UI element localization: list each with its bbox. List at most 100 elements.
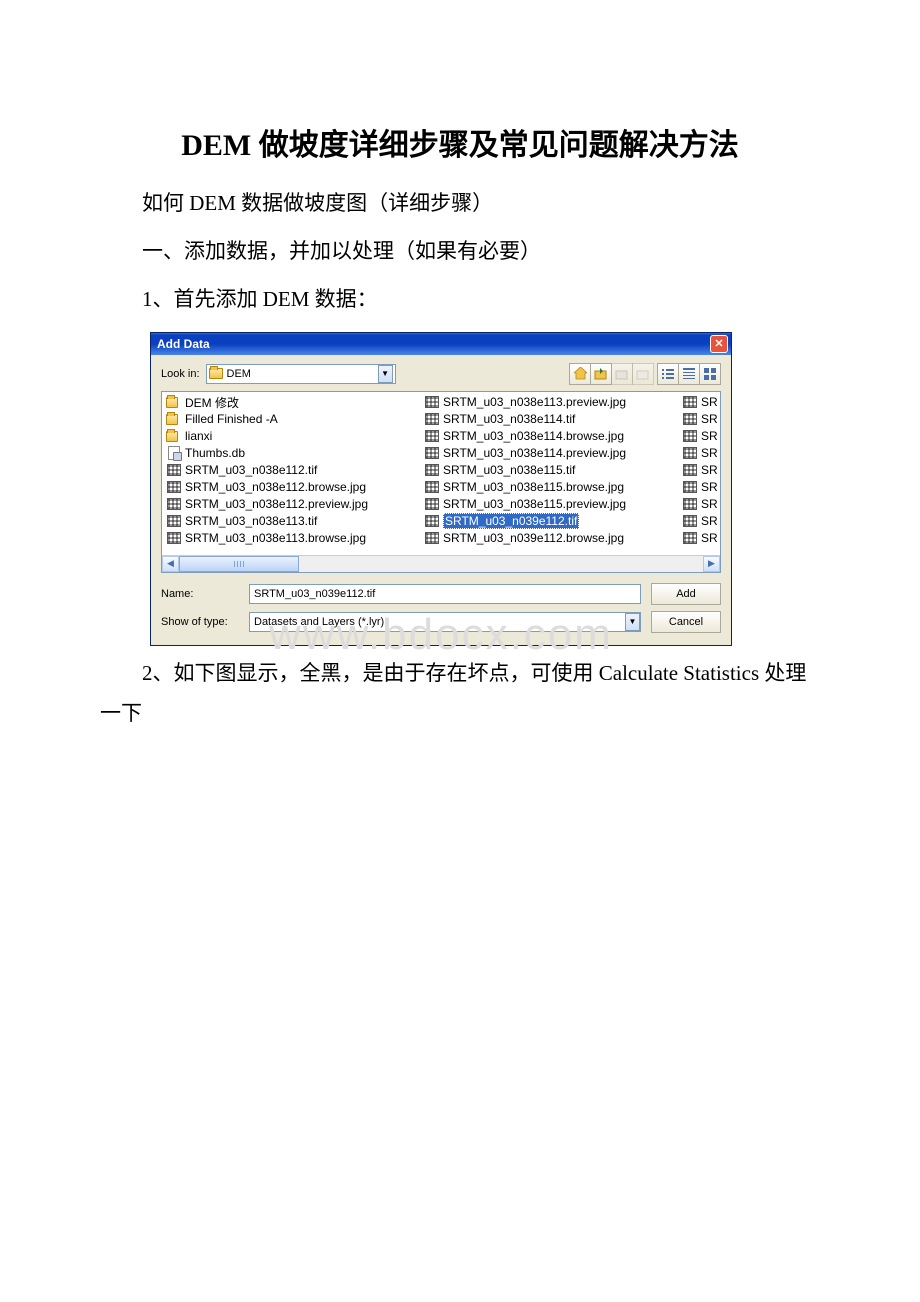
raster-icon bbox=[167, 532, 181, 544]
folder-icon bbox=[166, 414, 178, 425]
raster-icon bbox=[167, 498, 181, 510]
file-item[interactable]: SRTM_u03_n038e115.tif bbox=[422, 462, 680, 479]
page-title: DEM 做坡度详细步骤及常见问题解决方法 bbox=[100, 120, 820, 164]
file-name: SR bbox=[701, 429, 718, 443]
scroll-left-icon[interactable]: ◀ bbox=[162, 556, 179, 572]
file-name: SR bbox=[701, 463, 718, 477]
raster-icon bbox=[425, 447, 439, 459]
file-item[interactable]: SR bbox=[680, 462, 720, 479]
file-name: SRTM_u03_n039e112.browse.jpg bbox=[443, 531, 624, 545]
up-one-level-icon[interactable] bbox=[569, 363, 591, 385]
raster-icon bbox=[683, 396, 697, 408]
type-label: Show of type: bbox=[161, 616, 249, 628]
raster-icon bbox=[167, 481, 181, 493]
file-item[interactable]: SRTM_u03_n038e115.browse.jpg bbox=[422, 479, 680, 496]
raster-icon bbox=[683, 481, 697, 493]
file-item[interactable]: Thumbs.db bbox=[164, 445, 422, 462]
file-name: SR bbox=[701, 514, 718, 528]
scroll-right-icon[interactable]: ▶ bbox=[703, 556, 720, 572]
close-icon[interactable]: ✕ bbox=[710, 335, 728, 353]
file-item[interactable]: SR bbox=[680, 530, 720, 547]
list-view-icon[interactable] bbox=[657, 363, 679, 385]
file-item[interactable]: DEM 修改 bbox=[164, 394, 422, 411]
file-name: SRTM_u03_n038e112.preview.jpg bbox=[185, 497, 368, 511]
raster-icon bbox=[683, 413, 697, 425]
file-browser[interactable]: DEM 修改Filled Finished -AlianxiThumbs.db S… bbox=[161, 391, 721, 573]
file-name: SR bbox=[701, 480, 718, 494]
paragraph: 一、添加数据，并加以处理（如果有必要） bbox=[100, 232, 820, 272]
file-item[interactable]: SRTM_u03_n038e113.preview.jpg bbox=[422, 394, 680, 411]
file-item[interactable]: SRTM_u03_n038e112.preview.jpg bbox=[164, 496, 422, 513]
file-name: SR bbox=[701, 446, 718, 460]
raster-icon bbox=[425, 515, 439, 527]
database-icon bbox=[168, 446, 181, 460]
raster-icon bbox=[425, 396, 439, 408]
new-folder-icon[interactable] bbox=[632, 363, 654, 385]
scrollbar-thumb[interactable] bbox=[179, 556, 299, 572]
lookin-label: Look in: bbox=[161, 368, 200, 380]
dialog-toolbar bbox=[570, 363, 721, 385]
file-item[interactable]: SRTM_u03_n038e115.preview.jpg bbox=[422, 496, 680, 513]
file-item[interactable]: SRTM_u03_n038e112.browse.jpg bbox=[164, 479, 422, 496]
file-name: DEM 修改 bbox=[185, 394, 239, 411]
raster-icon bbox=[683, 464, 697, 476]
file-item[interactable]: SR bbox=[680, 428, 720, 445]
folder-icon bbox=[209, 368, 223, 379]
file-item[interactable]: SRTM_u03_n038e113.browse.jpg bbox=[164, 530, 422, 547]
file-item[interactable]: SRTM_u03_n039e112.browse.jpg bbox=[422, 530, 680, 547]
details-view-icon[interactable] bbox=[678, 363, 700, 385]
file-item[interactable]: SR bbox=[680, 496, 720, 513]
file-name: SRTM_u03_n038e113.browse.jpg bbox=[185, 531, 366, 545]
lookin-value: DEM bbox=[227, 368, 251, 380]
raster-icon bbox=[683, 515, 697, 527]
file-item[interactable]: lianxi bbox=[164, 428, 422, 445]
file-name: SRTM_u03_n038e115.preview.jpg bbox=[443, 497, 626, 511]
file-item[interactable]: SR bbox=[680, 394, 720, 411]
raster-icon bbox=[425, 481, 439, 493]
add-data-dialog: Add Data ✕ Look in: DEM ▼ bbox=[150, 332, 732, 646]
file-item[interactable]: SRTM_u03_n039e112.tif bbox=[422, 513, 680, 530]
raster-icon bbox=[167, 464, 181, 476]
file-name: Thumbs.db bbox=[185, 446, 245, 460]
file-name: SRTM_u03_n038e114.tif bbox=[443, 412, 575, 426]
file-name: SRTM_u03_n038e112.tif bbox=[185, 463, 317, 477]
folder-icon bbox=[166, 397, 178, 408]
file-item[interactable]: SRTM_u03_n038e113.tif bbox=[164, 513, 422, 530]
chevron-down-icon[interactable]: ▼ bbox=[625, 613, 640, 631]
disconnect-folder-icon[interactable] bbox=[611, 363, 633, 385]
file-name: SRTM_u03_n038e114.preview.jpg bbox=[443, 446, 626, 460]
name-input[interactable]: SRTM_u03_n039e112.tif bbox=[249, 584, 641, 604]
file-name: SRTM_u03_n038e115.tif bbox=[443, 463, 575, 477]
thumbnails-view-icon[interactable] bbox=[699, 363, 721, 385]
file-item[interactable]: SRTM_u03_n038e114.tif bbox=[422, 411, 680, 428]
type-combo[interactable]: Datasets and Layers (*.lyr) ▼ bbox=[249, 612, 641, 632]
file-item[interactable]: SR bbox=[680, 411, 720, 428]
dialog-title: Add Data bbox=[157, 337, 710, 351]
add-button[interactable]: Add bbox=[651, 583, 721, 605]
file-name: SRTM_u03_n038e112.browse.jpg bbox=[185, 480, 366, 494]
folder-icon bbox=[166, 431, 178, 442]
name-label: Name: bbox=[161, 588, 249, 600]
file-item[interactable]: SRTM_u03_n038e114.browse.jpg bbox=[422, 428, 680, 445]
chevron-down-icon[interactable]: ▼ bbox=[378, 365, 393, 383]
file-item[interactable]: SR bbox=[680, 513, 720, 530]
raster-icon bbox=[425, 430, 439, 442]
raster-icon bbox=[683, 447, 697, 459]
file-item[interactable]: SR bbox=[680, 445, 720, 462]
file-item[interactable]: SRTM_u03_n038e112.tif bbox=[164, 462, 422, 479]
file-item[interactable]: SR bbox=[680, 479, 720, 496]
file-item[interactable]: Filled Finished -A bbox=[164, 411, 422, 428]
paragraph: 如何 DEM 数据做坡度图（详细步骤） bbox=[100, 184, 820, 224]
raster-icon bbox=[683, 498, 697, 510]
lookin-combo[interactable]: DEM ▼ bbox=[206, 364, 396, 384]
raster-icon bbox=[425, 498, 439, 510]
horizontal-scrollbar[interactable]: ◀ ▶ bbox=[162, 555, 720, 572]
paragraph: 2、如下图显示，全黑，是由于存在坏点，可使用 Calculate Statist… bbox=[100, 654, 820, 734]
connect-folder-icon[interactable] bbox=[590, 363, 612, 385]
cancel-button[interactable]: Cancel bbox=[651, 611, 721, 633]
raster-icon bbox=[425, 532, 439, 544]
raster-icon bbox=[683, 430, 697, 442]
dialog-titlebar[interactable]: Add Data ✕ bbox=[151, 333, 731, 355]
file-item[interactable]: SRTM_u03_n038e114.preview.jpg bbox=[422, 445, 680, 462]
raster-icon bbox=[683, 532, 697, 544]
